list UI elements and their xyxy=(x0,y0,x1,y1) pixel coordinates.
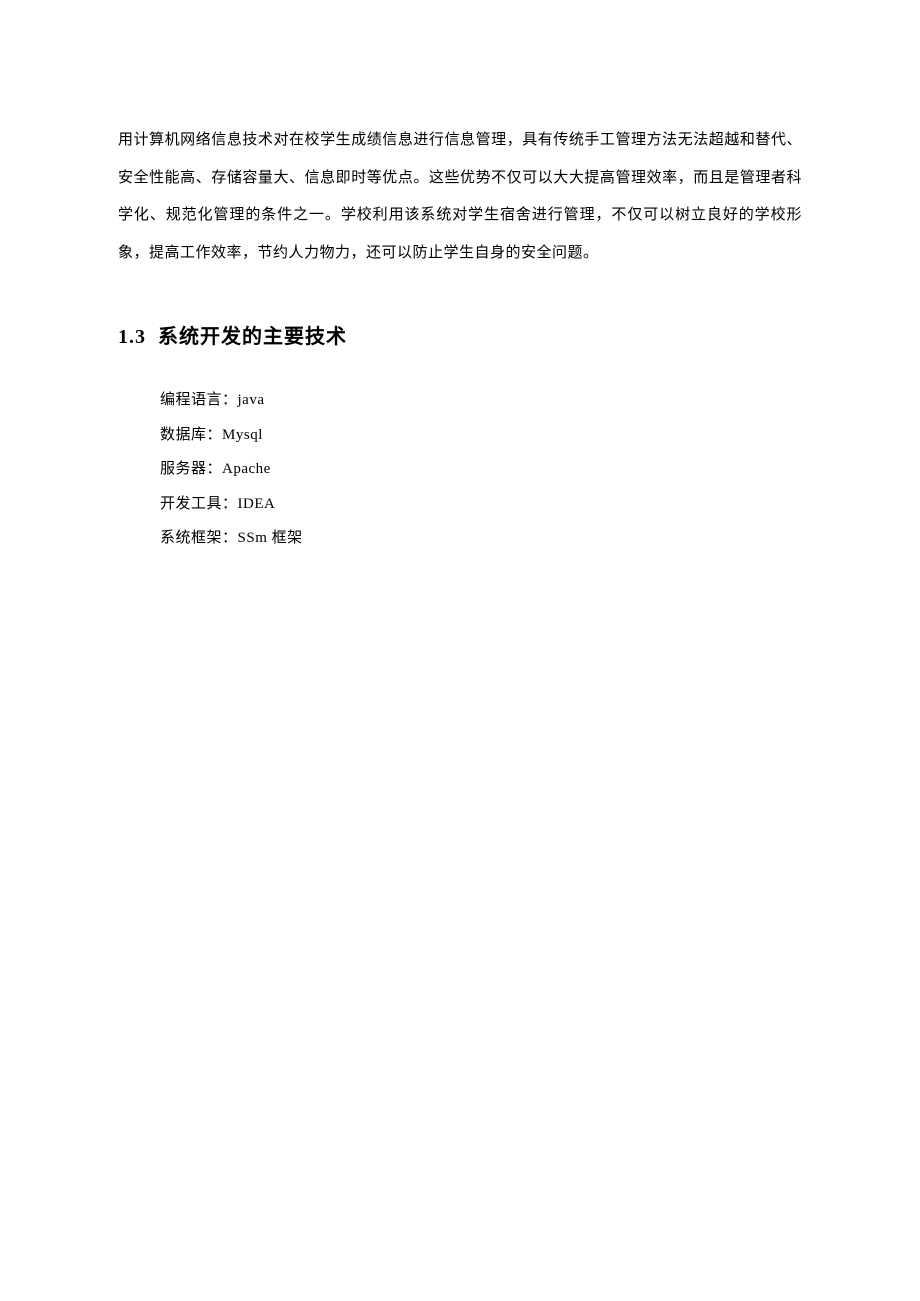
intro-paragraph: 用计算机网络信息技术对在校学生成绩信息进行信息管理，具有传统手工管理方法无法超越… xyxy=(118,122,802,272)
section-title: 系统开发的主要技术 xyxy=(158,326,347,348)
section-number: 1.3 xyxy=(118,326,146,348)
tech-item: 编程语言：java xyxy=(160,383,802,418)
tech-list: 编程语言：java 数据库：Mysql 服务器：Apache 开发工具：IDEA… xyxy=(118,383,802,556)
tech-item: 开发工具：IDEA xyxy=(160,487,802,522)
tech-label: 服务器： xyxy=(160,461,222,477)
tech-item: 数据库：Mysql xyxy=(160,418,802,453)
tech-item: 系统框架：SSm 框架 xyxy=(160,521,802,556)
tech-item: 服务器：Apache xyxy=(160,452,802,487)
tech-label: 开发工具： xyxy=(160,496,238,512)
section-heading: 1.3 系统开发的主要技术 xyxy=(118,320,802,349)
tech-value: SSm 框架 xyxy=(238,530,303,546)
tech-value: Apache xyxy=(222,461,271,477)
tech-label: 数据库： xyxy=(160,427,222,443)
tech-value: java xyxy=(238,392,265,408)
tech-label: 系统框架： xyxy=(160,530,238,546)
tech-label: 编程语言： xyxy=(160,392,238,408)
tech-value: Mysql xyxy=(222,427,263,443)
page-content: 用计算机网络信息技术对在校学生成绩信息进行信息管理，具有传统手工管理方法无法超越… xyxy=(0,0,920,556)
tech-value: IDEA xyxy=(238,496,276,512)
